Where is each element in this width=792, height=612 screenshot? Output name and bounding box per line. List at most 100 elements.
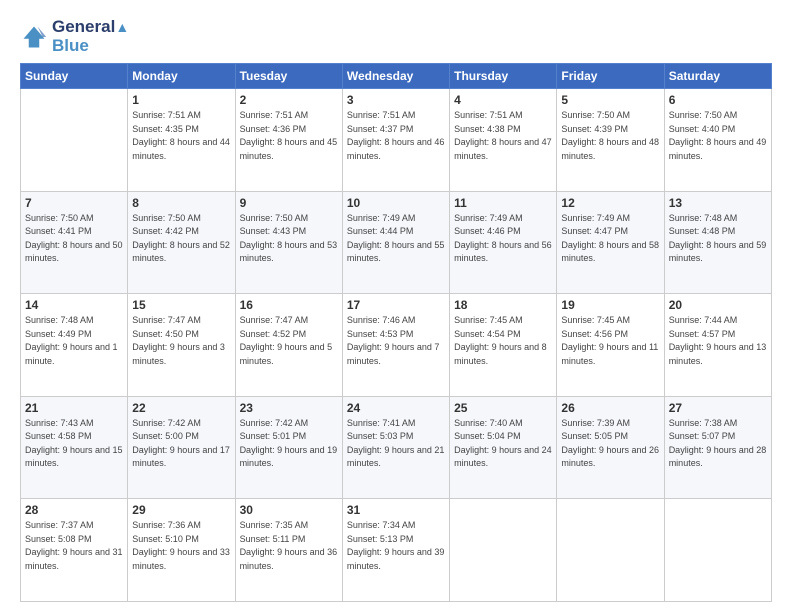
- logo-icon: [20, 23, 48, 51]
- day-number: 9: [240, 196, 338, 210]
- day-info: Sunrise: 7:47 AM Sunset: 4:50 PM Dayligh…: [132, 314, 230, 368]
- day-number: 31: [347, 503, 445, 517]
- calendar-cell: 30 Sunrise: 7:35 AM Sunset: 5:11 PM Dayl…: [235, 499, 342, 602]
- day-number: 24: [347, 401, 445, 415]
- weekday-header-thursday: Thursday: [450, 64, 557, 89]
- day-info: Sunrise: 7:35 AM Sunset: 5:11 PM Dayligh…: [240, 519, 338, 573]
- calendar-cell: 16 Sunrise: 7:47 AM Sunset: 4:52 PM Dayl…: [235, 294, 342, 397]
- day-number: 15: [132, 298, 230, 312]
- day-number: 3: [347, 93, 445, 107]
- calendar-cell: [21, 89, 128, 192]
- day-number: 11: [454, 196, 552, 210]
- day-number: 12: [561, 196, 659, 210]
- week-row-1: 1 Sunrise: 7:51 AM Sunset: 4:35 PM Dayli…: [21, 89, 772, 192]
- weekday-header-sunday: Sunday: [21, 64, 128, 89]
- day-info: Sunrise: 7:36 AM Sunset: 5:10 PM Dayligh…: [132, 519, 230, 573]
- day-number: 21: [25, 401, 123, 415]
- day-number: 27: [669, 401, 767, 415]
- day-number: 28: [25, 503, 123, 517]
- day-info: Sunrise: 7:37 AM Sunset: 5:08 PM Dayligh…: [25, 519, 123, 573]
- day-number: 30: [240, 503, 338, 517]
- day-number: 6: [669, 93, 767, 107]
- day-info: Sunrise: 7:51 AM Sunset: 4:37 PM Dayligh…: [347, 109, 445, 163]
- weekday-header-saturday: Saturday: [664, 64, 771, 89]
- day-info: Sunrise: 7:38 AM Sunset: 5:07 PM Dayligh…: [669, 417, 767, 471]
- day-number: 10: [347, 196, 445, 210]
- day-number: 18: [454, 298, 552, 312]
- day-info: Sunrise: 7:50 AM Sunset: 4:40 PM Dayligh…: [669, 109, 767, 163]
- weekday-row: SundayMondayTuesdayWednesdayThursdayFrid…: [21, 64, 772, 89]
- day-info: Sunrise: 7:45 AM Sunset: 4:54 PM Dayligh…: [454, 314, 552, 368]
- weekday-header-wednesday: Wednesday: [342, 64, 449, 89]
- calendar-cell: 19 Sunrise: 7:45 AM Sunset: 4:56 PM Dayl…: [557, 294, 664, 397]
- day-number: 7: [25, 196, 123, 210]
- day-info: Sunrise: 7:44 AM Sunset: 4:57 PM Dayligh…: [669, 314, 767, 368]
- calendar-cell: 21 Sunrise: 7:43 AM Sunset: 4:58 PM Dayl…: [21, 396, 128, 499]
- day-number: 14: [25, 298, 123, 312]
- day-number: 5: [561, 93, 659, 107]
- day-info: Sunrise: 7:48 AM Sunset: 4:49 PM Dayligh…: [25, 314, 123, 368]
- day-info: Sunrise: 7:45 AM Sunset: 4:56 PM Dayligh…: [561, 314, 659, 368]
- calendar-cell: 20 Sunrise: 7:44 AM Sunset: 4:57 PM Dayl…: [664, 294, 771, 397]
- calendar-cell: 8 Sunrise: 7:50 AM Sunset: 4:42 PM Dayli…: [128, 191, 235, 294]
- page: General▲ Blue SundayMondayTuesdayWednesd…: [0, 0, 792, 612]
- calendar-cell: 18 Sunrise: 7:45 AM Sunset: 4:54 PM Dayl…: [450, 294, 557, 397]
- calendar-cell: 29 Sunrise: 7:36 AM Sunset: 5:10 PM Dayl…: [128, 499, 235, 602]
- day-number: 17: [347, 298, 445, 312]
- calendar-cell: 27 Sunrise: 7:38 AM Sunset: 5:07 PM Dayl…: [664, 396, 771, 499]
- day-info: Sunrise: 7:50 AM Sunset: 4:42 PM Dayligh…: [132, 212, 230, 266]
- day-info: Sunrise: 7:40 AM Sunset: 5:04 PM Dayligh…: [454, 417, 552, 471]
- day-info: Sunrise: 7:41 AM Sunset: 5:03 PM Dayligh…: [347, 417, 445, 471]
- day-number: 20: [669, 298, 767, 312]
- calendar-cell: [664, 499, 771, 602]
- logo-text: General▲ Blue: [52, 18, 129, 55]
- weekday-header-monday: Monday: [128, 64, 235, 89]
- calendar-cell: 17 Sunrise: 7:46 AM Sunset: 4:53 PM Dayl…: [342, 294, 449, 397]
- calendar-cell: 9 Sunrise: 7:50 AM Sunset: 4:43 PM Dayli…: [235, 191, 342, 294]
- day-number: 26: [561, 401, 659, 415]
- day-info: Sunrise: 7:43 AM Sunset: 4:58 PM Dayligh…: [25, 417, 123, 471]
- week-row-3: 14 Sunrise: 7:48 AM Sunset: 4:49 PM Dayl…: [21, 294, 772, 397]
- calendar-cell: 23 Sunrise: 7:42 AM Sunset: 5:01 PM Dayl…: [235, 396, 342, 499]
- day-info: Sunrise: 7:34 AM Sunset: 5:13 PM Dayligh…: [347, 519, 445, 573]
- day-number: 13: [669, 196, 767, 210]
- calendar-cell: 11 Sunrise: 7:49 AM Sunset: 4:46 PM Dayl…: [450, 191, 557, 294]
- calendar-cell: 7 Sunrise: 7:50 AM Sunset: 4:41 PM Dayli…: [21, 191, 128, 294]
- day-info: Sunrise: 7:51 AM Sunset: 4:36 PM Dayligh…: [240, 109, 338, 163]
- day-info: Sunrise: 7:51 AM Sunset: 4:38 PM Dayligh…: [454, 109, 552, 163]
- calendar-cell: 22 Sunrise: 7:42 AM Sunset: 5:00 PM Dayl…: [128, 396, 235, 499]
- day-info: Sunrise: 7:49 AM Sunset: 4:46 PM Dayligh…: [454, 212, 552, 266]
- day-info: Sunrise: 7:49 AM Sunset: 4:47 PM Dayligh…: [561, 212, 659, 266]
- day-info: Sunrise: 7:42 AM Sunset: 5:00 PM Dayligh…: [132, 417, 230, 471]
- day-number: 8: [132, 196, 230, 210]
- calendar-cell: 31 Sunrise: 7:34 AM Sunset: 5:13 PM Dayl…: [342, 499, 449, 602]
- calendar-cell: 5 Sunrise: 7:50 AM Sunset: 4:39 PM Dayli…: [557, 89, 664, 192]
- week-row-2: 7 Sunrise: 7:50 AM Sunset: 4:41 PM Dayli…: [21, 191, 772, 294]
- calendar-cell: 15 Sunrise: 7:47 AM Sunset: 4:50 PM Dayl…: [128, 294, 235, 397]
- calendar-cell: 3 Sunrise: 7:51 AM Sunset: 4:37 PM Dayli…: [342, 89, 449, 192]
- day-number: 16: [240, 298, 338, 312]
- header: General▲ Blue: [20, 18, 772, 55]
- calendar-cell: 10 Sunrise: 7:49 AM Sunset: 4:44 PM Dayl…: [342, 191, 449, 294]
- calendar-cell: 24 Sunrise: 7:41 AM Sunset: 5:03 PM Dayl…: [342, 396, 449, 499]
- calendar-cell: 13 Sunrise: 7:48 AM Sunset: 4:48 PM Dayl…: [664, 191, 771, 294]
- day-info: Sunrise: 7:50 AM Sunset: 4:39 PM Dayligh…: [561, 109, 659, 163]
- day-info: Sunrise: 7:49 AM Sunset: 4:44 PM Dayligh…: [347, 212, 445, 266]
- day-number: 22: [132, 401, 230, 415]
- calendar-cell: 2 Sunrise: 7:51 AM Sunset: 4:36 PM Dayli…: [235, 89, 342, 192]
- day-number: 25: [454, 401, 552, 415]
- calendar-cell: 25 Sunrise: 7:40 AM Sunset: 5:04 PM Dayl…: [450, 396, 557, 499]
- calendar-header: SundayMondayTuesdayWednesdayThursdayFrid…: [21, 64, 772, 89]
- logo: General▲ Blue: [20, 18, 129, 55]
- calendar-cell: 28 Sunrise: 7:37 AM Sunset: 5:08 PM Dayl…: [21, 499, 128, 602]
- day-number: 1: [132, 93, 230, 107]
- calendar-cell: 12 Sunrise: 7:49 AM Sunset: 4:47 PM Dayl…: [557, 191, 664, 294]
- calendar-cell: [450, 499, 557, 602]
- week-row-4: 21 Sunrise: 7:43 AM Sunset: 4:58 PM Dayl…: [21, 396, 772, 499]
- day-number: 4: [454, 93, 552, 107]
- calendar-cell: 6 Sunrise: 7:50 AM Sunset: 4:40 PM Dayli…: [664, 89, 771, 192]
- weekday-header-tuesday: Tuesday: [235, 64, 342, 89]
- calendar-cell: [557, 499, 664, 602]
- day-info: Sunrise: 7:50 AM Sunset: 4:43 PM Dayligh…: [240, 212, 338, 266]
- day-number: 2: [240, 93, 338, 107]
